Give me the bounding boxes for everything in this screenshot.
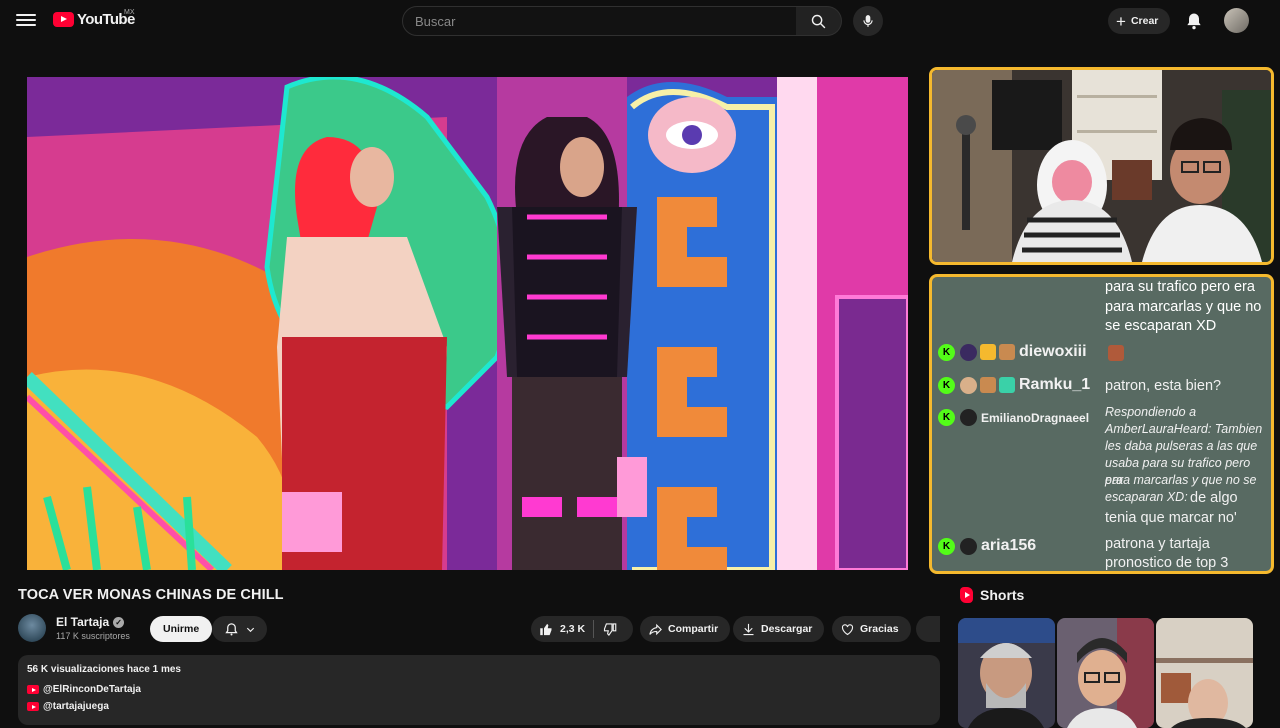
channel-link-text: @ElRinconDeTartaja <box>43 684 141 695</box>
notification-button[interactable] <box>212 616 267 642</box>
create-button[interactable]: + Crear <box>1108 8 1171 34</box>
subscriber-count: 117 K suscriptores <box>56 631 130 641</box>
shorts-icon <box>960 587 973 603</box>
chat-message-row: K Ramku_1 <box>938 376 1090 394</box>
chat-text-line: pronostico de top 3 <box>1105 555 1229 571</box>
chat-reply-line: les daba pulseras a las que <box>1105 439 1258 453</box>
chat-username: Ramku_1 <box>1019 376 1091 393</box>
more-actions-button[interactable] <box>916 616 940 642</box>
crown-badge-icon <box>980 344 996 360</box>
user-avatar-icon <box>960 537 977 555</box>
kick-badge-icon: K <box>938 537 955 555</box>
share-button[interactable]: Compartir <box>640 616 731 642</box>
account-avatar[interactable] <box>1224 8 1249 33</box>
chat-username: diewoxiii <box>1019 343 1087 360</box>
chat-reply-line: escaparan XD: <box>1105 490 1188 504</box>
emote-badge-icon <box>999 344 1015 360</box>
user-avatar-icon <box>960 376 977 394</box>
channel-link[interactable]: @ElRinconDeTartaja <box>27 684 141 695</box>
plus-icon: + <box>1116 11 1126 31</box>
shorts-header: Shorts <box>960 587 1024 603</box>
chat-text: de algo <box>1190 490 1238 506</box>
chat-message-row: K aria156 <box>938 537 1036 555</box>
user-badge-icon <box>960 343 977 361</box>
chat-reply-line: para marcarlas y que no se <box>1105 473 1257 487</box>
shorts-title: Shorts <box>980 587 1025 603</box>
top-bar: YouTube MX + Crear <box>0 0 1280 42</box>
youtube-play-icon <box>53 12 74 27</box>
dislike-button[interactable] <box>602 622 617 637</box>
thumbs-up-icon <box>540 623 552 635</box>
video-player[interactable] <box>27 77 908 570</box>
bell-icon[interactable] <box>1184 11 1204 31</box>
description-box[interactable]: 56 K visualizaciones hace 1 mes @ElRinco… <box>18 655 940 725</box>
sub-badge-icon <box>999 377 1015 393</box>
chat-username: aria156 <box>981 537 1037 554</box>
join-button[interactable]: Unirme <box>150 616 213 642</box>
short-image <box>958 618 1055 728</box>
youtube-icon <box>27 685 39 694</box>
user-avatar-icon <box>960 409 977 426</box>
channel-link-text: @tartajajuega <box>43 701 109 712</box>
chat-text: patron, esta bien? <box>1105 378 1222 394</box>
search-button[interactable] <box>796 6 842 36</box>
channel-name-row[interactable]: El Tartaja ✓ <box>56 615 125 629</box>
chat-message-row: K EmilianoDragnaeel <box>938 409 1089 426</box>
chat-text-line: para marcarlas y que no <box>1105 299 1262 315</box>
short-thumbnail[interactable] <box>958 618 1055 728</box>
download-button[interactable]: Descargar <box>733 616 825 642</box>
video-frame <box>27 77 908 570</box>
chat-username: EmilianoDragnaeel <box>981 410 1090 425</box>
thumbs-down-icon <box>604 622 617 636</box>
thanks-heart-icon <box>841 623 854 635</box>
chat-text: tenia que marcar no' <box>1105 510 1237 526</box>
channel-link[interactable]: @tartajajuega <box>27 701 109 712</box>
chat-message-row: K diewoxiii <box>938 343 1087 361</box>
download-icon <box>743 623 754 635</box>
menu-icon[interactable] <box>16 11 36 31</box>
download-label: Descargar <box>761 623 813 635</box>
youtube-icon <box>27 702 39 711</box>
chat-text-line: se escaparan XD <box>1105 318 1217 334</box>
kick-badge-icon: K <box>938 376 955 394</box>
create-label: Crear <box>1130 15 1159 27</box>
chat-text-line: para su trafico pero era <box>1105 279 1255 295</box>
chat-reply-line: AmberLauraHeard: Tambien <box>1105 422 1263 436</box>
verified-icon: ✓ <box>113 616 125 628</box>
short-thumbnail[interactable] <box>1057 618 1154 728</box>
chevron-down-icon <box>246 627 254 632</box>
search-icon <box>811 14 826 28</box>
chat-text-line: patrona y tartaja <box>1105 536 1210 552</box>
mic-icon <box>863 15 873 27</box>
streamer-webcam <box>929 67 1274 265</box>
channel-avatar[interactable] <box>18 614 46 642</box>
share-icon <box>649 623 662 635</box>
view-stats: 56 K visualizaciones hace 1 mes <box>27 664 181 675</box>
short-image <box>1156 618 1253 728</box>
youtube-logo[interactable]: YouTube <box>53 11 135 28</box>
webcam-image <box>932 70 1271 262</box>
short-image <box>1057 618 1154 728</box>
voice-search-button[interactable] <box>853 6 883 36</box>
video-title: TOCA VER MONAS CHINAS DE CHILL <box>18 587 284 603</box>
channel-name[interactable]: El Tartaja <box>56 615 109 629</box>
short-thumbnail[interactable] <box>1156 618 1253 728</box>
emote-badge-icon <box>980 377 996 393</box>
emote-icon <box>1108 345 1124 361</box>
divider <box>593 620 595 638</box>
bell-icon <box>224 622 238 635</box>
chat-reply-line: Respondiendo a <box>1105 405 1197 419</box>
like-count: 2,3 K <box>560 623 586 635</box>
thanks-button[interactable]: Gracias <box>832 616 911 642</box>
thanks-label: Gracias <box>860 623 899 635</box>
search-box[interactable] <box>402 6 797 36</box>
like-dislike-group: 2,3 K <box>531 616 633 642</box>
stream-chat-overlay: para su trafico pero era para marcarlas … <box>929 274 1274 574</box>
country-code: MX <box>124 9 135 16</box>
kick-badge-icon: K <box>938 343 955 361</box>
like-button[interactable]: 2,3 K <box>531 616 585 642</box>
search-input[interactable] <box>403 7 796 35</box>
kick-badge-icon: K <box>938 409 955 426</box>
share-label: Compartir <box>668 623 719 635</box>
